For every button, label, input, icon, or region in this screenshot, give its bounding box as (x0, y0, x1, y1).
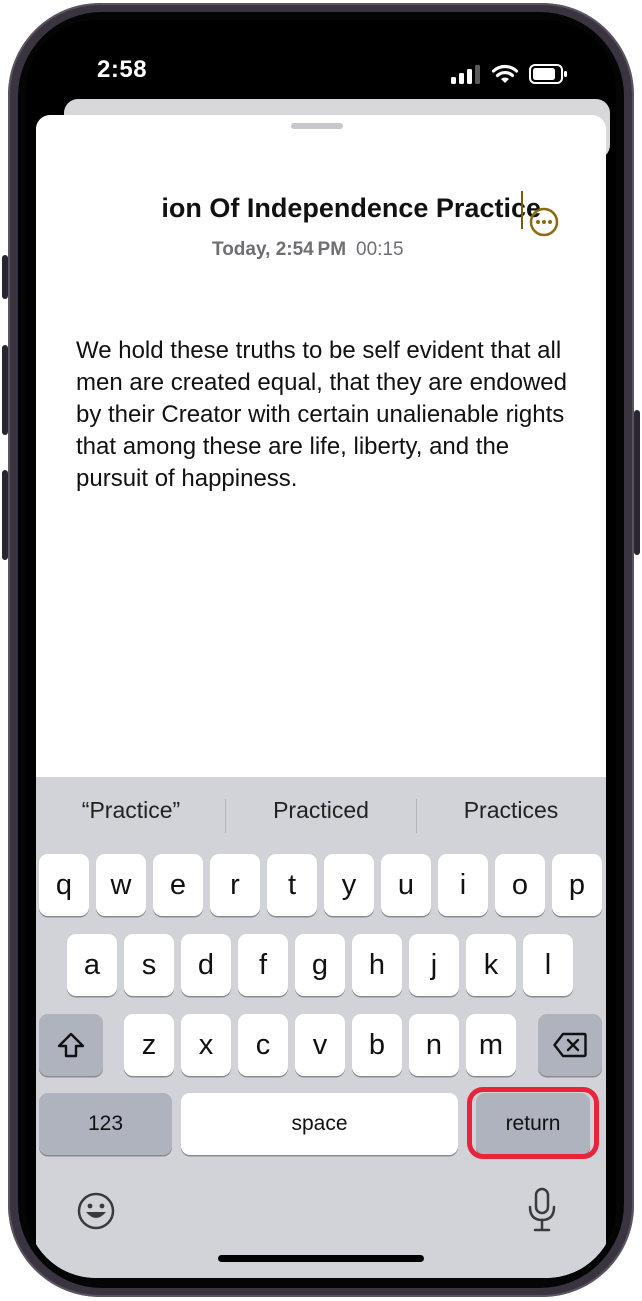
space-key[interactable]: space (181, 1093, 458, 1155)
wifi-icon (491, 64, 519, 83)
key-b[interactable]: b (352, 1014, 402, 1076)
key-s[interactable]: s (124, 934, 174, 996)
key-r[interactable]: r (210, 854, 260, 916)
recording-meta: Today, 2:54 PM 00:15 (212, 239, 404, 261)
shift-icon (57, 1032, 85, 1058)
power-button (634, 410, 640, 555)
sheet-grabber[interactable] (291, 123, 343, 129)
emoji-icon[interactable] (76, 1191, 116, 1231)
recording-date: Today, 2:54 PM (212, 239, 347, 260)
recording-title-field[interactable]: ion Of Independence Practice (36, 193, 541, 224)
delete-key[interactable] (538, 1014, 602, 1076)
backspace-icon (553, 1032, 587, 1058)
transcript-text: We hold these truths to be self evident … (76, 337, 567, 492)
key-k[interactable]: k (466, 934, 516, 996)
key-p[interactable]: p (552, 854, 602, 916)
microphone-icon[interactable] (527, 1187, 557, 1233)
numbers-key[interactable]: 123 (39, 1093, 172, 1155)
keyboard: “Practice” Practiced Practices q w e r t… (36, 777, 606, 1278)
return-key-highlight (467, 1087, 599, 1159)
key-z[interactable]: z (124, 1014, 174, 1076)
key-i[interactable]: i (438, 854, 488, 916)
key-w[interactable]: w (96, 854, 146, 916)
battery-icon (529, 64, 567, 84)
key-v[interactable]: v (295, 1014, 345, 1076)
key-j[interactable]: j (409, 934, 459, 996)
key-d[interactable]: d (181, 934, 231, 996)
key-n[interactable]: n (409, 1014, 459, 1076)
key-l[interactable]: l (523, 934, 573, 996)
key-t[interactable]: t (267, 854, 317, 916)
predictive-bar: “Practice” Practiced Practices (36, 777, 606, 857)
key-g[interactable]: g (295, 934, 345, 996)
home-indicator[interactable] (218, 1255, 424, 1262)
more-options-icon[interactable] (529, 207, 559, 237)
voice-memo-sheet: ion Of Independence Practice Today, 2:54… (36, 115, 606, 1278)
key-x[interactable]: x (181, 1014, 231, 1076)
dynamic-island (240, 50, 420, 102)
recording-title: ion Of Independence Practice (161, 193, 541, 223)
key-h[interactable]: h (352, 934, 402, 996)
status-time: 2:58 (97, 56, 148, 83)
key-y[interactable]: y (324, 854, 374, 916)
key-f[interactable]: f (238, 934, 288, 996)
cellular-signal-icon (451, 65, 480, 84)
screen: 2:58 ion Of Independence Practice Today,… (26, 20, 616, 1278)
recording-duration: 00:15 (356, 239, 404, 260)
key-u[interactable]: u (381, 854, 431, 916)
key-q[interactable]: q (39, 854, 89, 916)
key-a[interactable]: a (67, 934, 117, 996)
status-icons (451, 64, 567, 84)
shift-key[interactable] (39, 1014, 103, 1076)
suggestion-3[interactable]: Practices (416, 797, 606, 824)
suggestion-2[interactable]: Practiced (226, 797, 416, 824)
key-e[interactable]: e (153, 854, 203, 916)
key-o[interactable]: o (495, 854, 545, 916)
suggestion-1[interactable]: “Practice” (36, 797, 226, 824)
key-c[interactable]: c (238, 1014, 288, 1076)
text-caret (521, 191, 523, 229)
key-m[interactable]: m (466, 1014, 516, 1076)
